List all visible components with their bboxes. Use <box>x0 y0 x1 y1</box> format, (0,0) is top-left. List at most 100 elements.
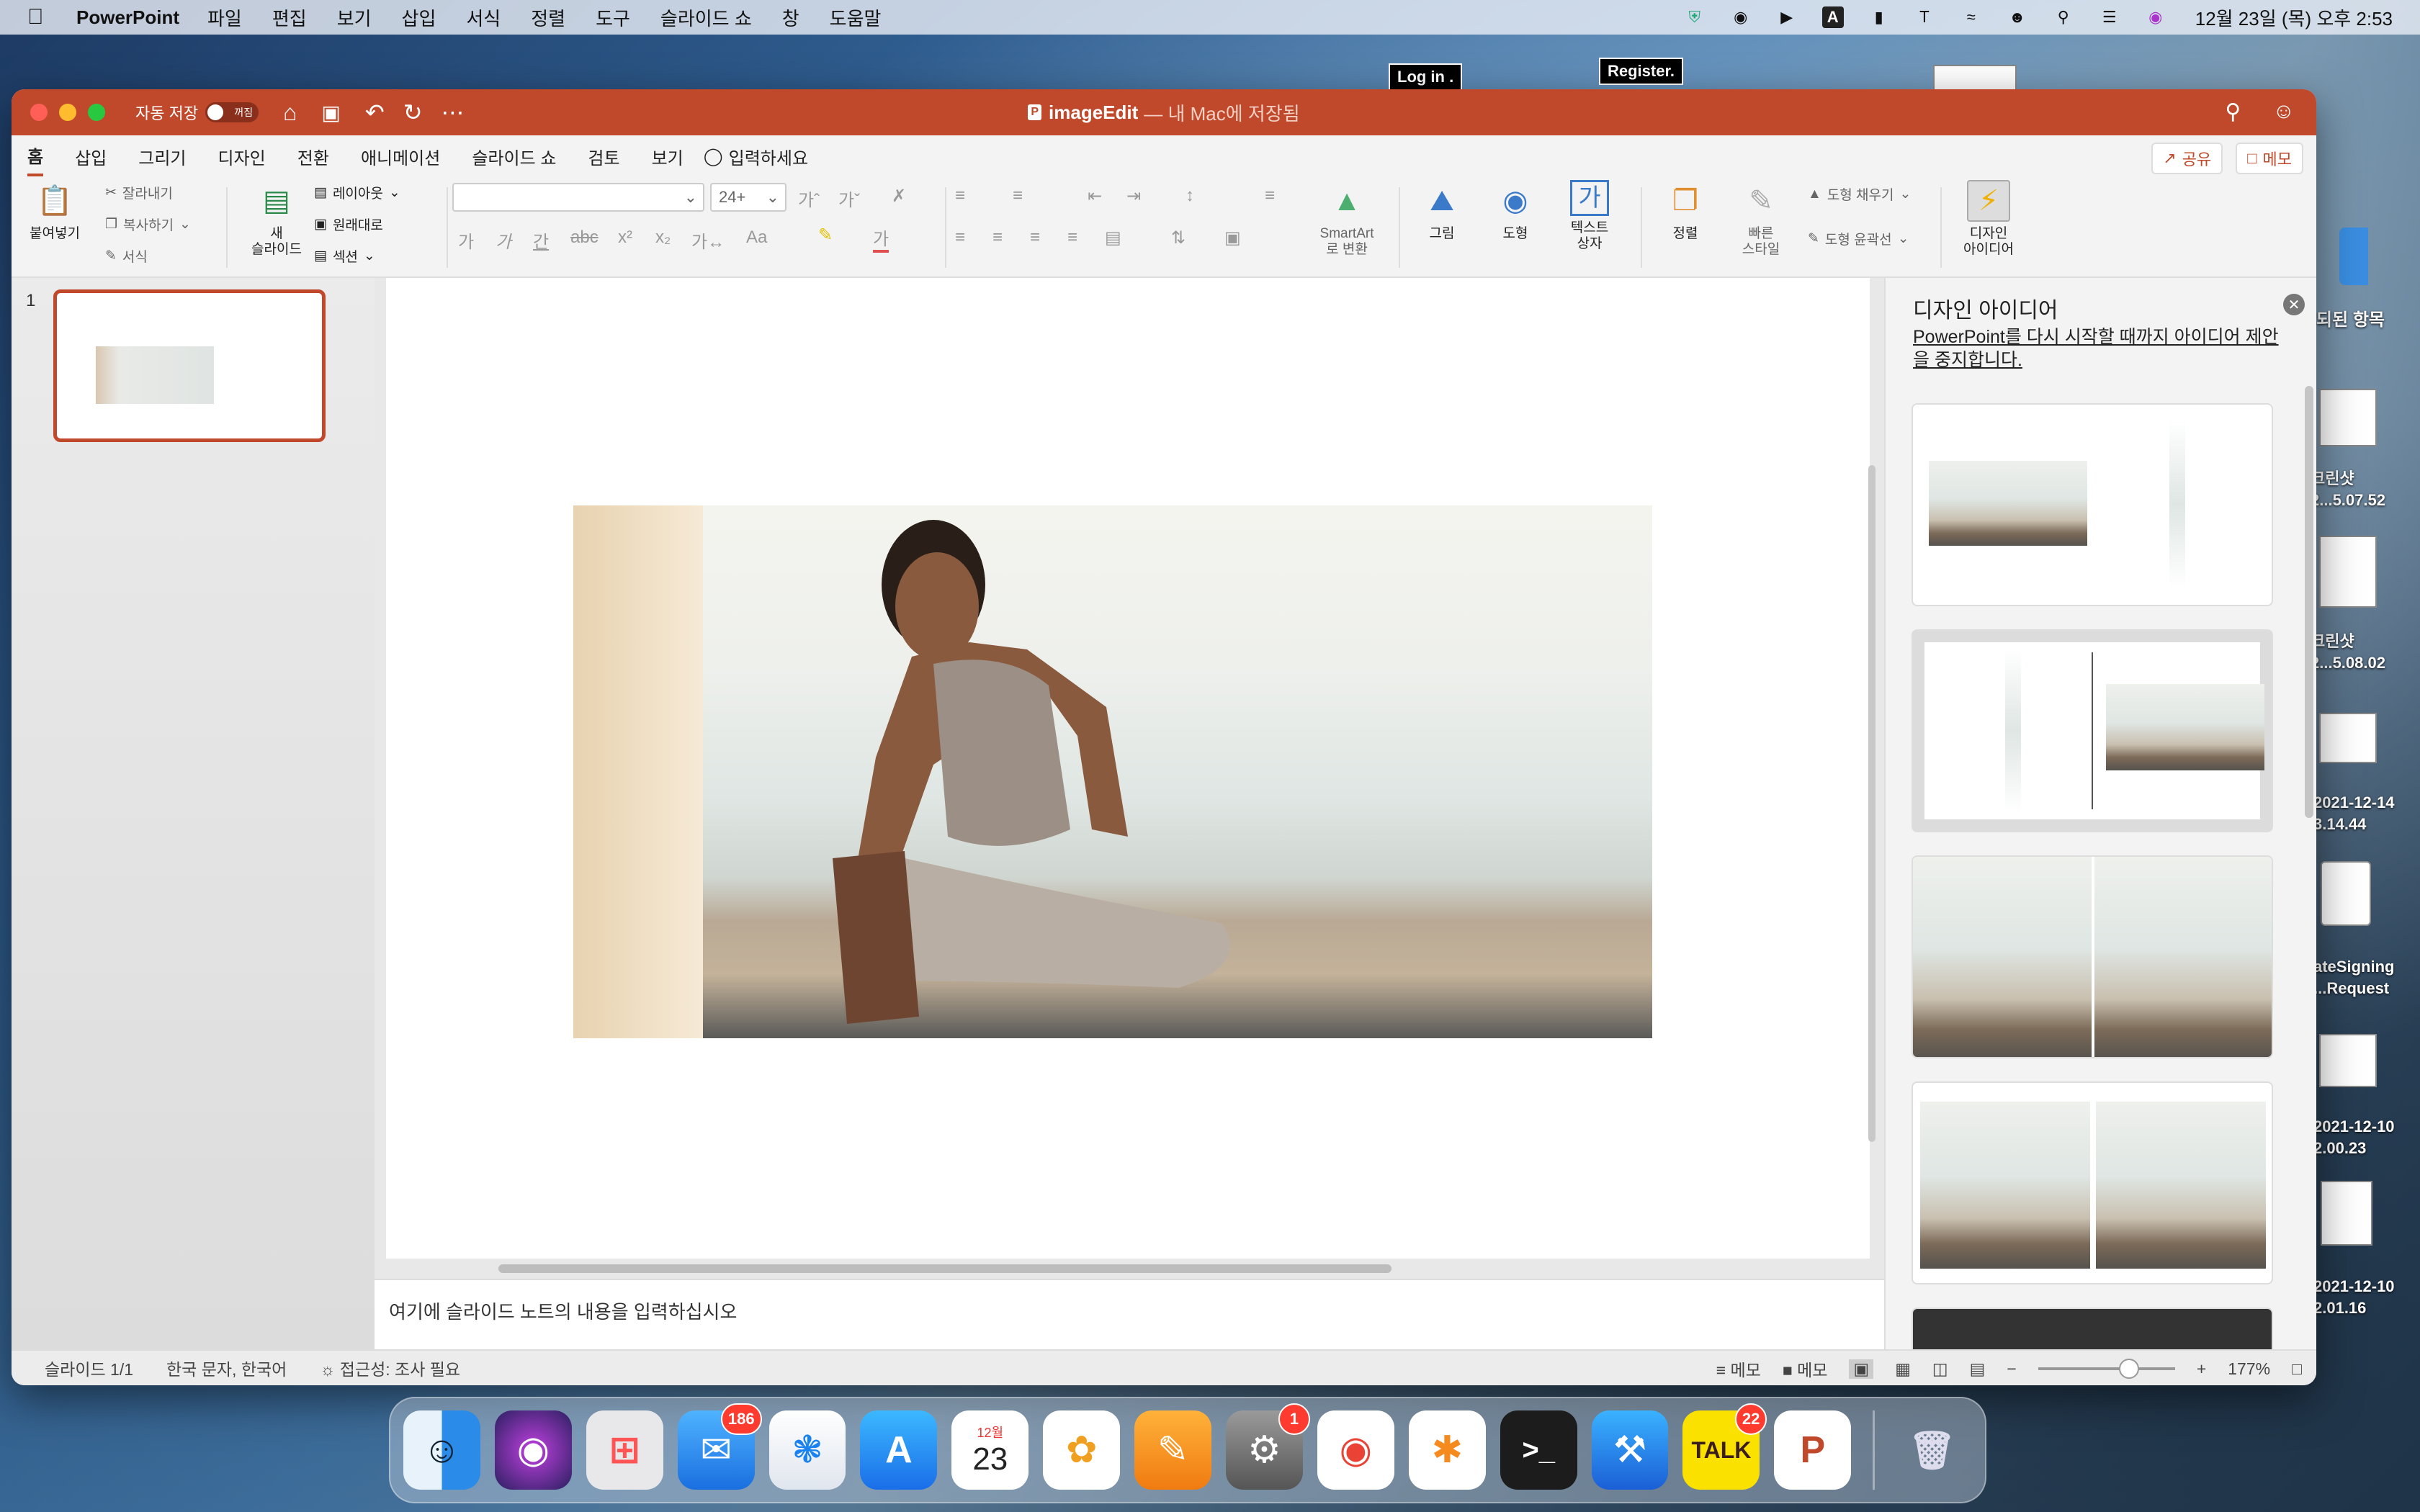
design-idea-5[interactable] <box>1912 1308 2273 1349</box>
desktop-item-label[interactable]: ateSigning ...Request <box>2313 956 2420 999</box>
zoom-slider[interactable] <box>2038 1359 2175 1379</box>
text-direction-icon[interactable]: ⇅ <box>1171 228 1186 248</box>
menu-slideshow[interactable]: 슬라이드 쇼 <box>660 4 752 31</box>
share-button[interactable]: ↗ 공유 <box>2151 143 2223 174</box>
design-idea-1[interactable] <box>1912 403 2273 606</box>
tab-draw[interactable]: 그리기 <box>138 138 186 175</box>
shapes-button[interactable]: ◉ 도형 <box>1487 180 1544 242</box>
font-color-icon[interactable]: 가 <box>873 225 889 253</box>
search-icon[interactable]: ⚲ <box>2225 99 2241 125</box>
minimize-window-button[interactable] <box>59 104 76 121</box>
shield-icon[interactable]: ⛨ <box>1684 6 1706 28</box>
cut-button[interactable]: ✂ 잘라내기 <box>105 183 173 202</box>
increase-font-icon[interactable]: 가ˆ <box>798 186 820 211</box>
play-icon[interactable]: ▶ <box>1776 6 1798 28</box>
picture-button[interactable]: ⛰ 그림 <box>1413 180 1471 242</box>
sketch-icon[interactable]: ✱ <box>1408 1410 1486 1490</box>
tab-transitions[interactable]: 전환 <box>297 138 329 175</box>
finder-icon[interactable]: ☺ <box>403 1410 480 1490</box>
font-size-select[interactable]: 24+ ⌄ <box>710 183 786 212</box>
zoom-window-button[interactable] <box>88 104 105 121</box>
menu-help[interactable]: 도움말 <box>830 4 882 31</box>
bold-icon[interactable]: 가 <box>458 228 474 253</box>
save-icon[interactable]: ▣ <box>321 101 340 125</box>
tab-view[interactable]: 보기 <box>652 138 684 175</box>
slideshow-view-icon[interactable]: ▤ <box>1970 1359 1986 1379</box>
close-window-button[interactable] <box>30 104 48 121</box>
terminal-icon[interactable]: >_ <box>1500 1410 1577 1490</box>
increase-indent-icon[interactable]: ⇥ <box>1126 186 1141 207</box>
reading-view-icon[interactable]: ◫ <box>1932 1359 1948 1379</box>
menu-app-name[interactable]: PowerPoint <box>76 6 179 29</box>
bullets-icon[interactable]: ≡ <box>955 186 965 206</box>
desktop-item-label[interactable]: 2021-12-10 2.01.16 <box>2313 1276 2420 1319</box>
slide-sorter-icon[interactable]: ▦ <box>1895 1359 1911 1379</box>
home-icon[interactable]: ⌂ <box>283 99 297 126</box>
siri-icon[interactable]: ◉ <box>2145 6 2166 28</box>
tab-slideshow[interactable]: 슬라이드 쇼 <box>472 138 556 175</box>
italic-icon[interactable]: 가 <box>496 228 511 253</box>
align-left-icon[interactable]: ≡ <box>955 228 965 248</box>
line-spacing-icon[interactable]: ↕ <box>1186 186 1194 206</box>
desktop-thumbnail[interactable] <box>2319 536 2377 608</box>
chat-status-icon[interactable]: ◉ <box>1730 6 1752 28</box>
section-button[interactable]: ▤ 섹션 ⌄ <box>314 246 375 266</box>
photos-icon[interactable]: ✿ <box>1043 1410 1121 1490</box>
superscript-icon[interactable]: x² <box>618 228 632 248</box>
align-center-icon[interactable]: ≡ <box>992 228 1003 248</box>
zoom-in-icon[interactable]: + <box>2197 1359 2206 1379</box>
app-store-icon[interactable]: A <box>860 1410 938 1490</box>
pane-scrollbar[interactable] <box>2305 386 2313 818</box>
document-location[interactable]: — 내 Mac에 저장됨 <box>1144 99 1299 126</box>
battery-icon[interactable]: ▮ <box>1868 6 1890 28</box>
desktop-thumbnail[interactable] <box>2319 389 2377 446</box>
safari-icon[interactable]: ❃ <box>768 1410 846 1490</box>
siri-icon[interactable]: ◉ <box>494 1410 572 1490</box>
font-name-select[interactable]: ⌄ <box>452 183 704 212</box>
shape-fill-button[interactable]: ▲ 도형 채우기 ⌄ <box>1808 184 1911 204</box>
slide-thumbnail[interactable] <box>53 289 326 442</box>
undo-icon[interactable]: ↶ <box>365 99 385 126</box>
decrease-font-icon[interactable]: 가ˇ <box>838 186 860 211</box>
tell-me-box[interactable]: ◯ 입력하세요 <box>704 144 808 169</box>
subscript-icon[interactable]: x₂ <box>655 228 671 248</box>
character-spacing-icon[interactable]: 가↔ <box>691 228 725 253</box>
account-icon[interactable]: ☺ <box>2272 99 2295 125</box>
columns-icon[interactable]: ≡ <box>1265 186 1275 206</box>
comments-button[interactable]: □ 메모 <box>2236 143 2303 174</box>
desktop-item-label[interactable]: 되된 항목 <box>2316 310 2385 331</box>
align-text-icon[interactable]: ▣ <box>1224 228 1241 248</box>
zoom-level[interactable]: 177% <box>2228 1359 2270 1379</box>
quick-styles-button[interactable]: ✎ 빠른 스타일 <box>1729 180 1793 258</box>
vertical-scrollbar[interactable] <box>1868 465 1876 1142</box>
design-idea-2[interactable] <box>1912 629 2273 832</box>
folder-icon[interactable] <box>2339 228 2368 285</box>
desktop-thumbnail[interactable] <box>1933 65 2017 91</box>
bluetooth-icon[interactable]: Ꭲ <box>1914 6 1936 28</box>
more-icon[interactable]: ⋯ <box>442 99 465 126</box>
decrease-indent-icon[interactable]: ⇤ <box>1088 186 1102 207</box>
menu-insert[interactable]: 삽입 <box>402 4 436 31</box>
slide-canvas[interactable] <box>386 278 1870 1259</box>
convert-smartart-button[interactable]: ▲ SmartArt 로 변환 <box>1304 180 1390 258</box>
close-pane-icon[interactable]: ✕ <box>2283 294 2305 315</box>
menu-edit[interactable]: 편집 <box>272 4 307 31</box>
system-preferences-icon[interactable]: ⚙ 1 <box>1226 1403 1310 1490</box>
numbering-icon[interactable]: ≡ <box>1013 186 1023 206</box>
textbox-button[interactable]: 가 텍스트 상자 <box>1557 180 1622 252</box>
highlight-icon[interactable]: ✎ <box>818 225 833 246</box>
shape-outline-button[interactable]: ✎ 도형 윤곽선 ⌄ <box>1808 229 1909 248</box>
desktop-item-label[interactable]: 크린샷 2...5.07.52 <box>2311 468 2420 511</box>
menu-arrange[interactable]: 정렬 <box>531 4 565 31</box>
clear-format-icon[interactable]: ✗ <box>892 186 906 207</box>
menu-window[interactable]: 창 <box>782 4 799 31</box>
menu-clock[interactable]: 12월 23일 (목) 오후 2:53 <box>2195 4 2393 31</box>
desktop-item-label[interactable]: 2021-12-10 2.00.23 <box>2313 1116 2420 1159</box>
document-name[interactable]: imageEdit <box>1049 102 1138 124</box>
xcode-icon[interactable]: ⚒ <box>1591 1410 1669 1490</box>
change-case-icon[interactable]: Aa <box>746 228 767 248</box>
desktop-item-label[interactable]: 2021-12-14 3.14.44 <box>2313 792 2420 835</box>
new-slide-button[interactable]: ▤ 새 슬라이드 <box>241 180 313 258</box>
trash-icon[interactable]: 🗑 <box>1894 1410 1971 1490</box>
strikethrough-icon[interactable]: abc <box>570 228 599 248</box>
